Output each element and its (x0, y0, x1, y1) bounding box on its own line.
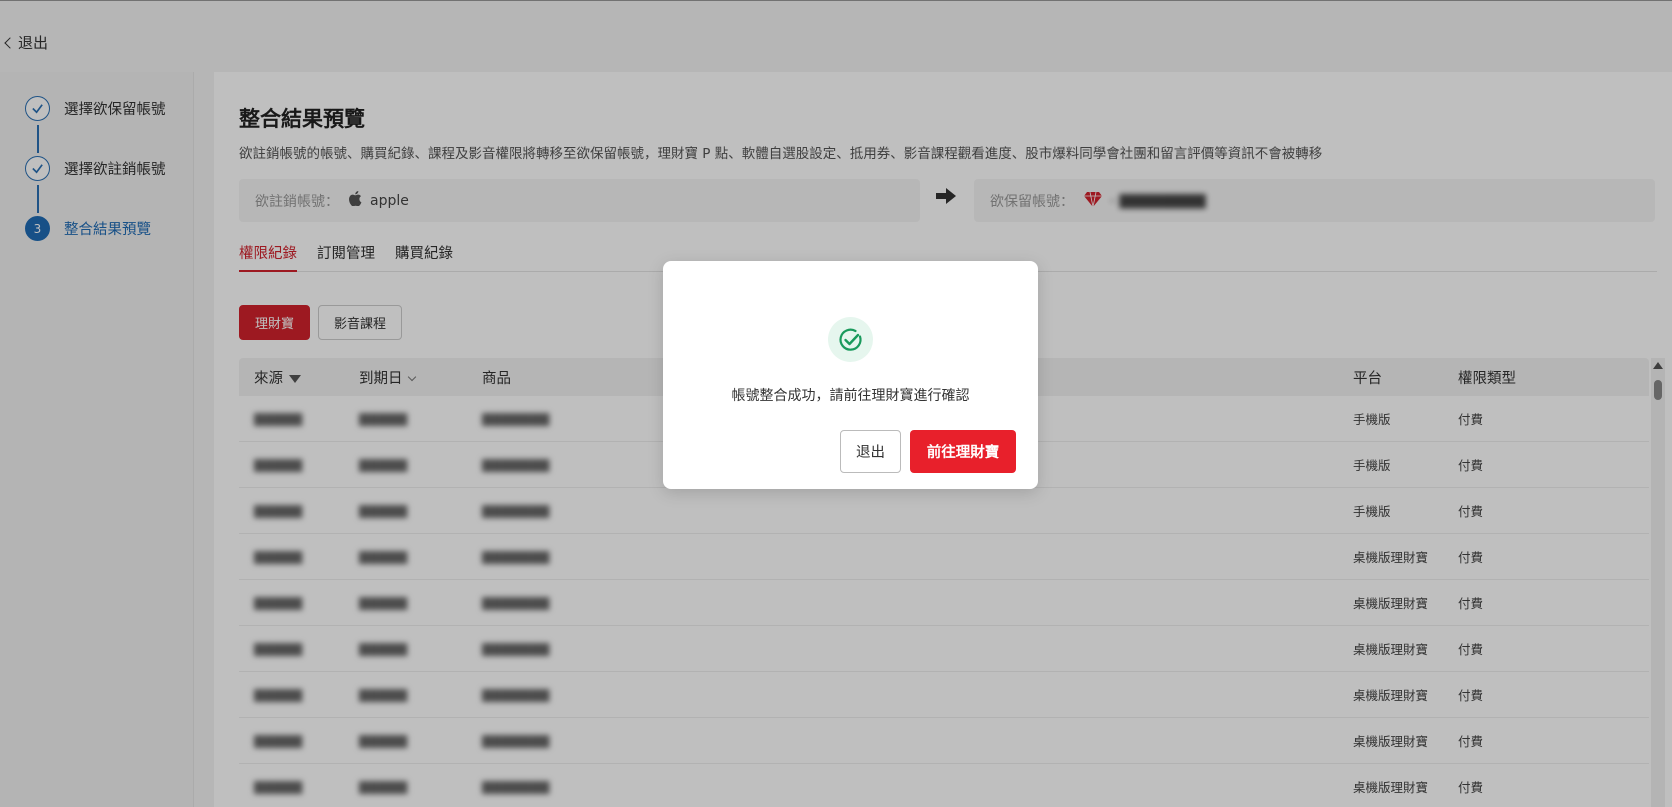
success-dialog: 帳號整合成功，請前往理財寶進行確認 退出 前往理財寶 (663, 261, 1038, 489)
go-to-wealth-treasure-button[interactable]: 前往理財寶 (910, 430, 1016, 473)
dialog-message: 帳號整合成功，請前往理財寶進行確認 (731, 388, 970, 404)
exit-button[interactable]: 退出 (840, 430, 901, 473)
success-check-icon (828, 317, 873, 362)
